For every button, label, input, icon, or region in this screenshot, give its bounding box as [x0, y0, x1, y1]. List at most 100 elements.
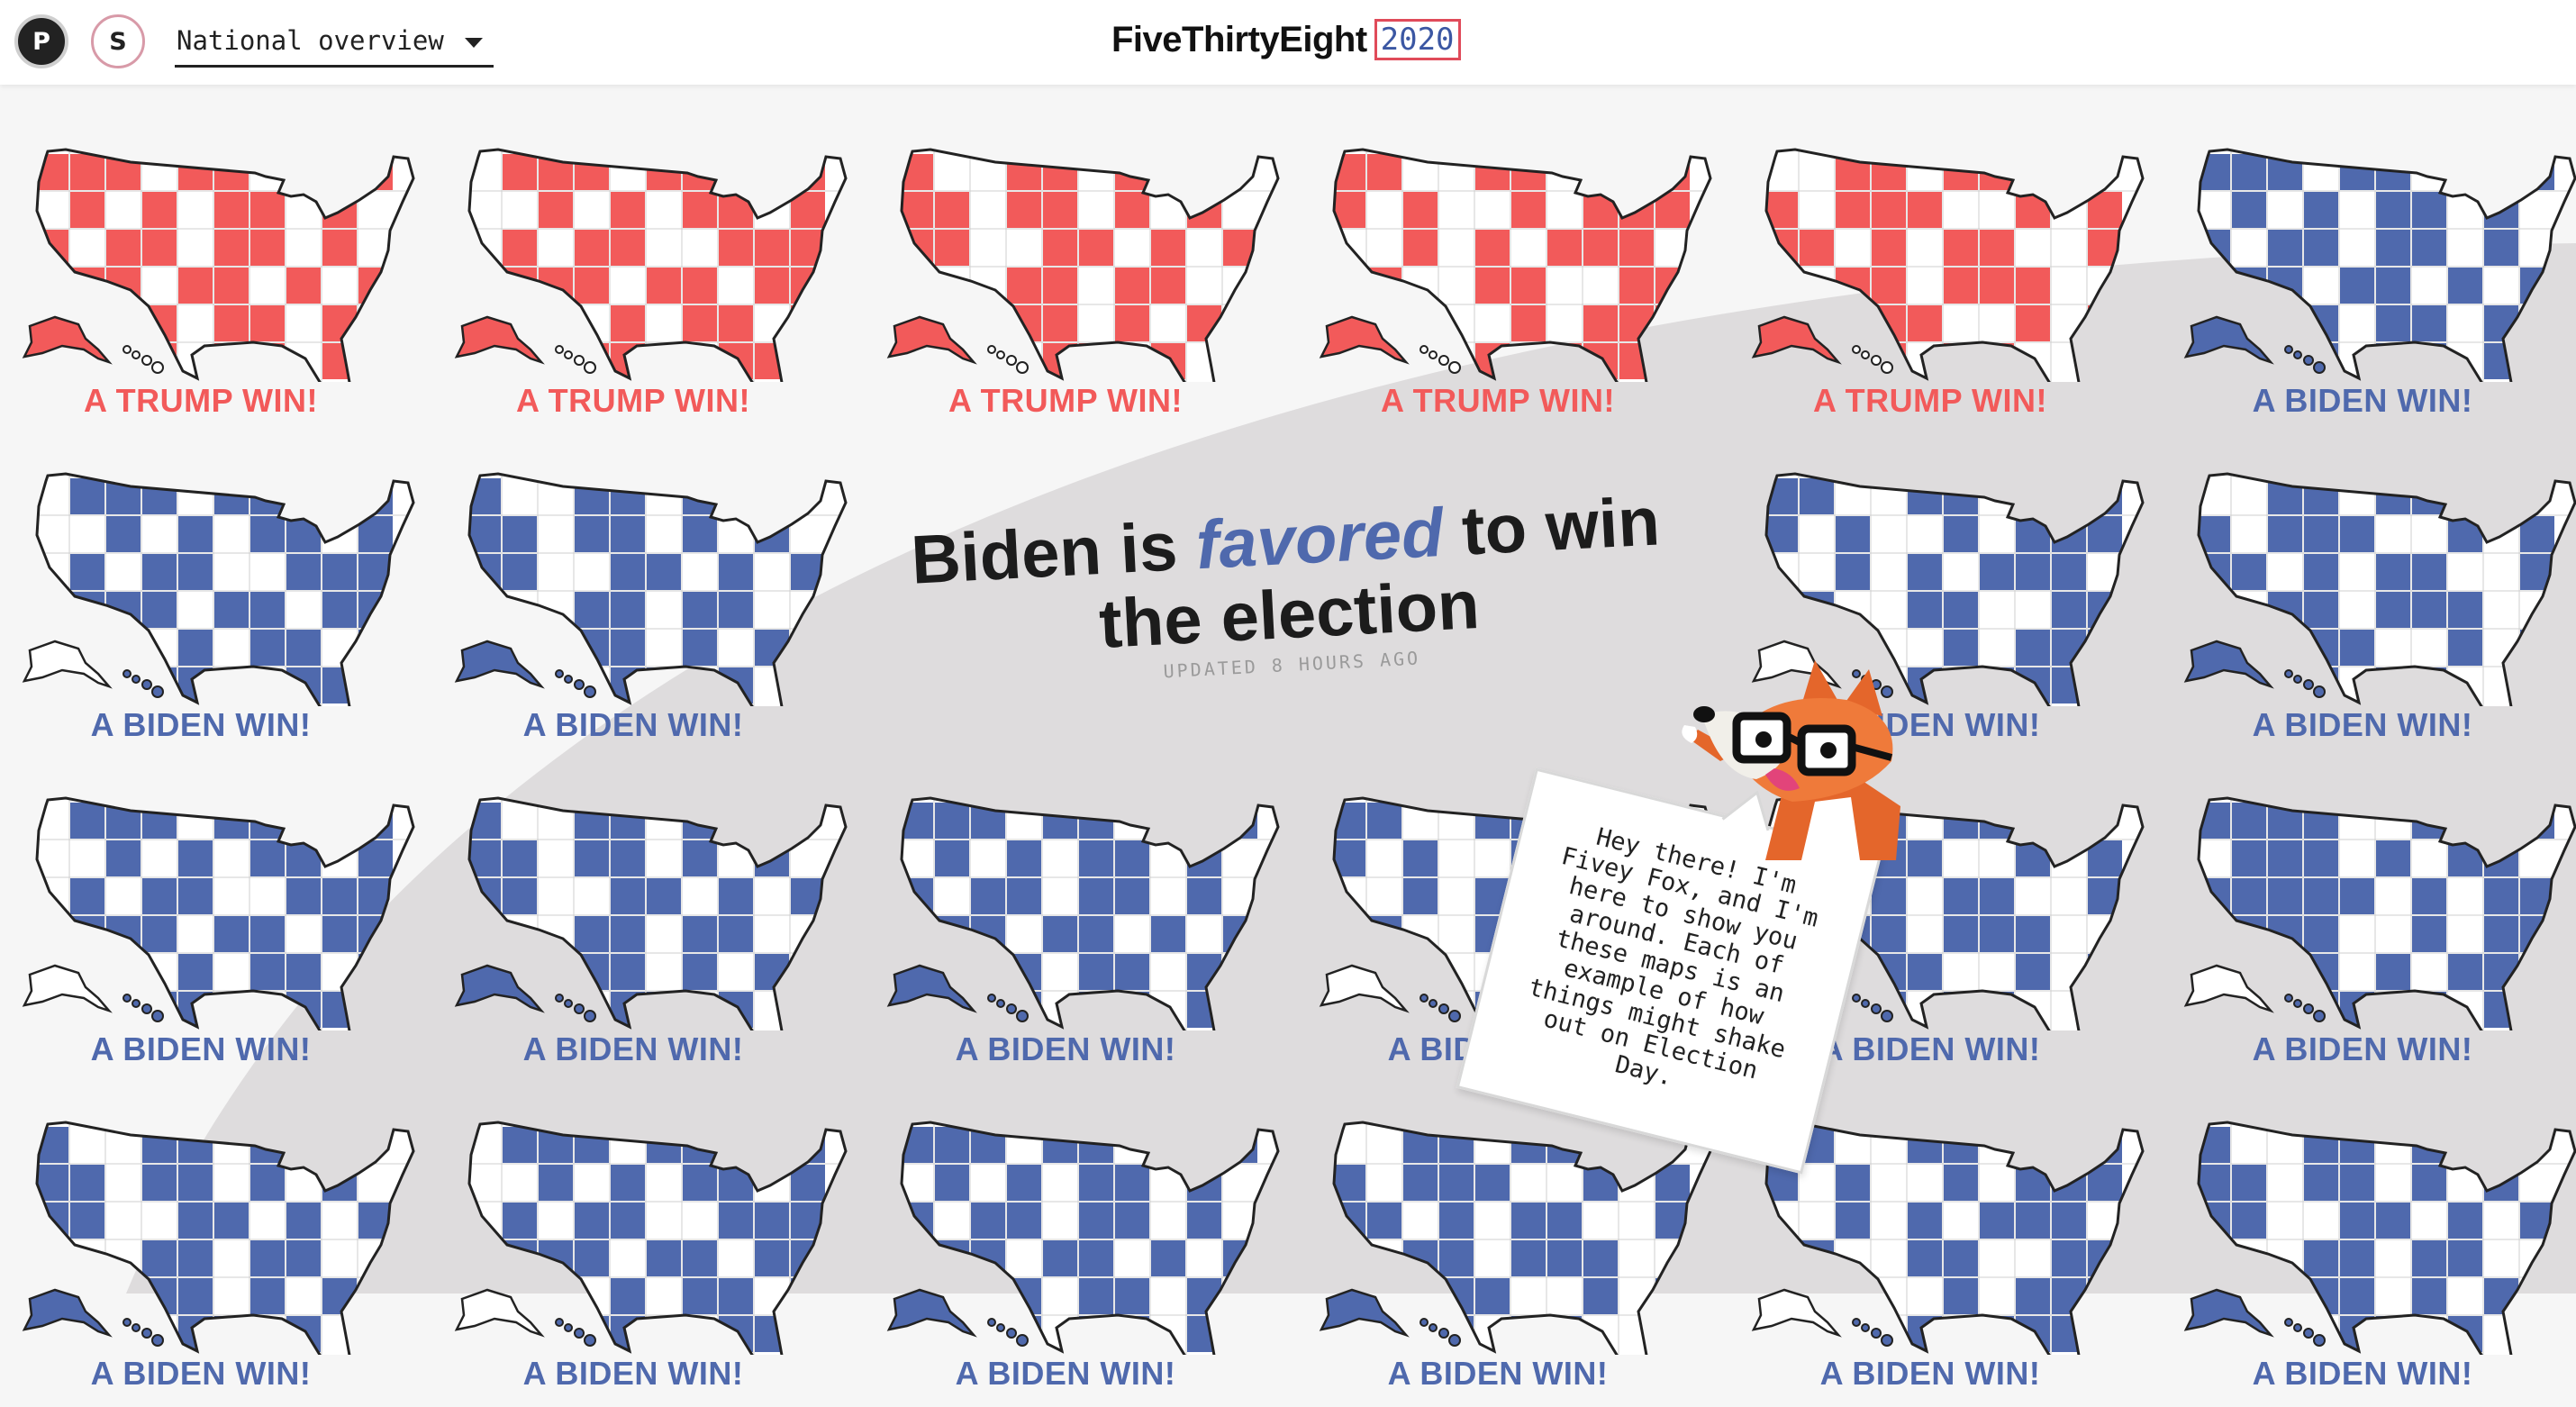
- state-shape: [1474, 304, 1510, 342]
- state-shape: [2014, 304, 2052, 343]
- state-shape: [538, 553, 574, 591]
- state-shape: [753, 152, 791, 192]
- state-shape: [1438, 191, 1474, 229]
- forecast-map-card[interactable]: A BIDEN WIN!: [1309, 1119, 1712, 1407]
- state-shape: [573, 839, 611, 878]
- state-shape: [2374, 1201, 2412, 1240]
- state-shape: [754, 191, 790, 229]
- forecast-map-card[interactable]: A BIDEN WIN!: [2173, 794, 2576, 1083]
- forecast-map-card[interactable]: A TRUMP WIN!: [1741, 146, 2145, 434]
- state-shape: [754, 553, 790, 591]
- forecast-map-card[interactable]: A BIDEN WIN!: [444, 794, 848, 1083]
- state-shape: [1077, 1163, 1115, 1203]
- state-shape: [141, 1239, 178, 1278]
- state-shape: [1474, 1126, 1510, 1164]
- state-shape: [1510, 266, 1547, 305]
- fivey-fox-icon[interactable]: [1666, 653, 1937, 860]
- state-shape: [538, 229, 574, 267]
- state-shape: [249, 190, 286, 230]
- state-shape: [1041, 1239, 1079, 1278]
- forecast-map-card[interactable]: A TRUMP WIN!: [1309, 146, 1712, 434]
- state-shape: [1365, 801, 1403, 840]
- state-shape: [1799, 191, 1835, 229]
- state-shape: [1222, 953, 1258, 991]
- state-shape: [1979, 591, 2015, 629]
- state-shape: [141, 552, 178, 592]
- state-shape: [1766, 1239, 1800, 1278]
- view-select-dropdown[interactable]: National overview: [175, 22, 494, 68]
- state-shape: [321, 190, 358, 230]
- forecast-map-card[interactable]: A BIDEN WIN!: [2173, 470, 2576, 758]
- state-shape: [646, 1164, 682, 1202]
- state-shape: [2302, 590, 2340, 630]
- state-shape: [2483, 1239, 2519, 1277]
- state-shape: [1365, 1201, 1403, 1240]
- state-shape: [970, 1164, 1006, 1202]
- forecast-map-card[interactable]: A BIDEN WIN!: [876, 1119, 1280, 1407]
- state-shape: [537, 1276, 575, 1316]
- state-shape: [1114, 229, 1150, 267]
- state-shape: [1041, 304, 1079, 343]
- state-shape: [933, 839, 971, 878]
- state-shape: [1979, 1239, 2015, 1277]
- state-shape: [249, 590, 286, 630]
- state-shape: [177, 152, 214, 192]
- state-shape: [645, 990, 683, 1030]
- state-shape: [645, 876, 683, 916]
- state-shape: [357, 1314, 395, 1354]
- state-shape: [2482, 876, 2520, 916]
- state-shape: [681, 628, 719, 667]
- forecast-map-card[interactable]: A BIDEN WIN!: [876, 794, 1280, 1083]
- forecast-map-card[interactable]: A TRUMP WIN!: [444, 146, 848, 434]
- state-shape: [1222, 304, 1258, 342]
- state-shape: [574, 191, 610, 229]
- state-shape: [2447, 229, 2483, 267]
- forecast-map-card[interactable]: A TRUMP WIN!: [876, 146, 1280, 434]
- state-shape: [469, 914, 503, 954]
- state-shape: [753, 341, 791, 381]
- state-shape: [2051, 840, 2087, 877]
- state-shape: [2410, 190, 2448, 230]
- state-shape: [2302, 876, 2340, 916]
- us-map: [454, 148, 848, 382]
- state-shape: [2446, 1125, 2484, 1165]
- forecast-map-card[interactable]: A BIDEN WIN!: [12, 794, 415, 1083]
- state-shape: [789, 1276, 827, 1316]
- state-shape: [574, 1164, 610, 1202]
- map-outcome-label: A BIDEN WIN!: [90, 706, 312, 743]
- state-shape: [1834, 552, 1872, 592]
- state-shape: [1113, 1314, 1151, 1354]
- state-shape: [1907, 515, 1943, 553]
- state-shape: [2482, 839, 2520, 878]
- state-shape: [104, 628, 142, 667]
- forecast-map-card[interactable]: A TRUMP WIN!: [12, 146, 415, 434]
- state-shape: [1222, 1277, 1258, 1315]
- forecast-map-card[interactable]: A BIDEN WIN!: [12, 1119, 415, 1407]
- state-shape: [321, 590, 358, 630]
- state-shape: [2266, 514, 2304, 554]
- state-shape: [2374, 666, 2412, 705]
- forecast-map-card[interactable]: A BIDEN WIN!: [2173, 146, 2576, 434]
- us-map: [1319, 148, 1712, 382]
- forecast-map-card[interactable]: A BIDEN WIN!: [2173, 1119, 2576, 1407]
- forecast-map-card[interactable]: A BIDEN WIN!: [444, 470, 848, 758]
- state-shape: [1582, 304, 1619, 343]
- forecast-map-card[interactable]: A BIDEN WIN!: [12, 470, 415, 758]
- state-shape: [902, 914, 935, 954]
- brand-logo[interactable]: FiveThirtyEight 2020: [1111, 16, 1461, 63]
- state-shape: [141, 840, 177, 877]
- state-shape: [357, 990, 395, 1030]
- state-shape: [537, 1163, 575, 1203]
- state-shape: [249, 839, 286, 878]
- state-shape: [1041, 152, 1079, 192]
- state-shape: [213, 1201, 250, 1240]
- senate-button[interactable]: S: [91, 14, 145, 68]
- polls-only-button[interactable]: P: [14, 14, 68, 68]
- state-shape: [2051, 342, 2087, 380]
- state-shape: [1942, 628, 1980, 667]
- state-shape: [1979, 515, 2015, 553]
- state-shape: [1547, 1164, 1583, 1202]
- forecast-map-card[interactable]: A BIDEN WIN!: [444, 1119, 848, 1407]
- state-shape: [1041, 266, 1079, 305]
- state-shape: [1401, 1276, 1439, 1316]
